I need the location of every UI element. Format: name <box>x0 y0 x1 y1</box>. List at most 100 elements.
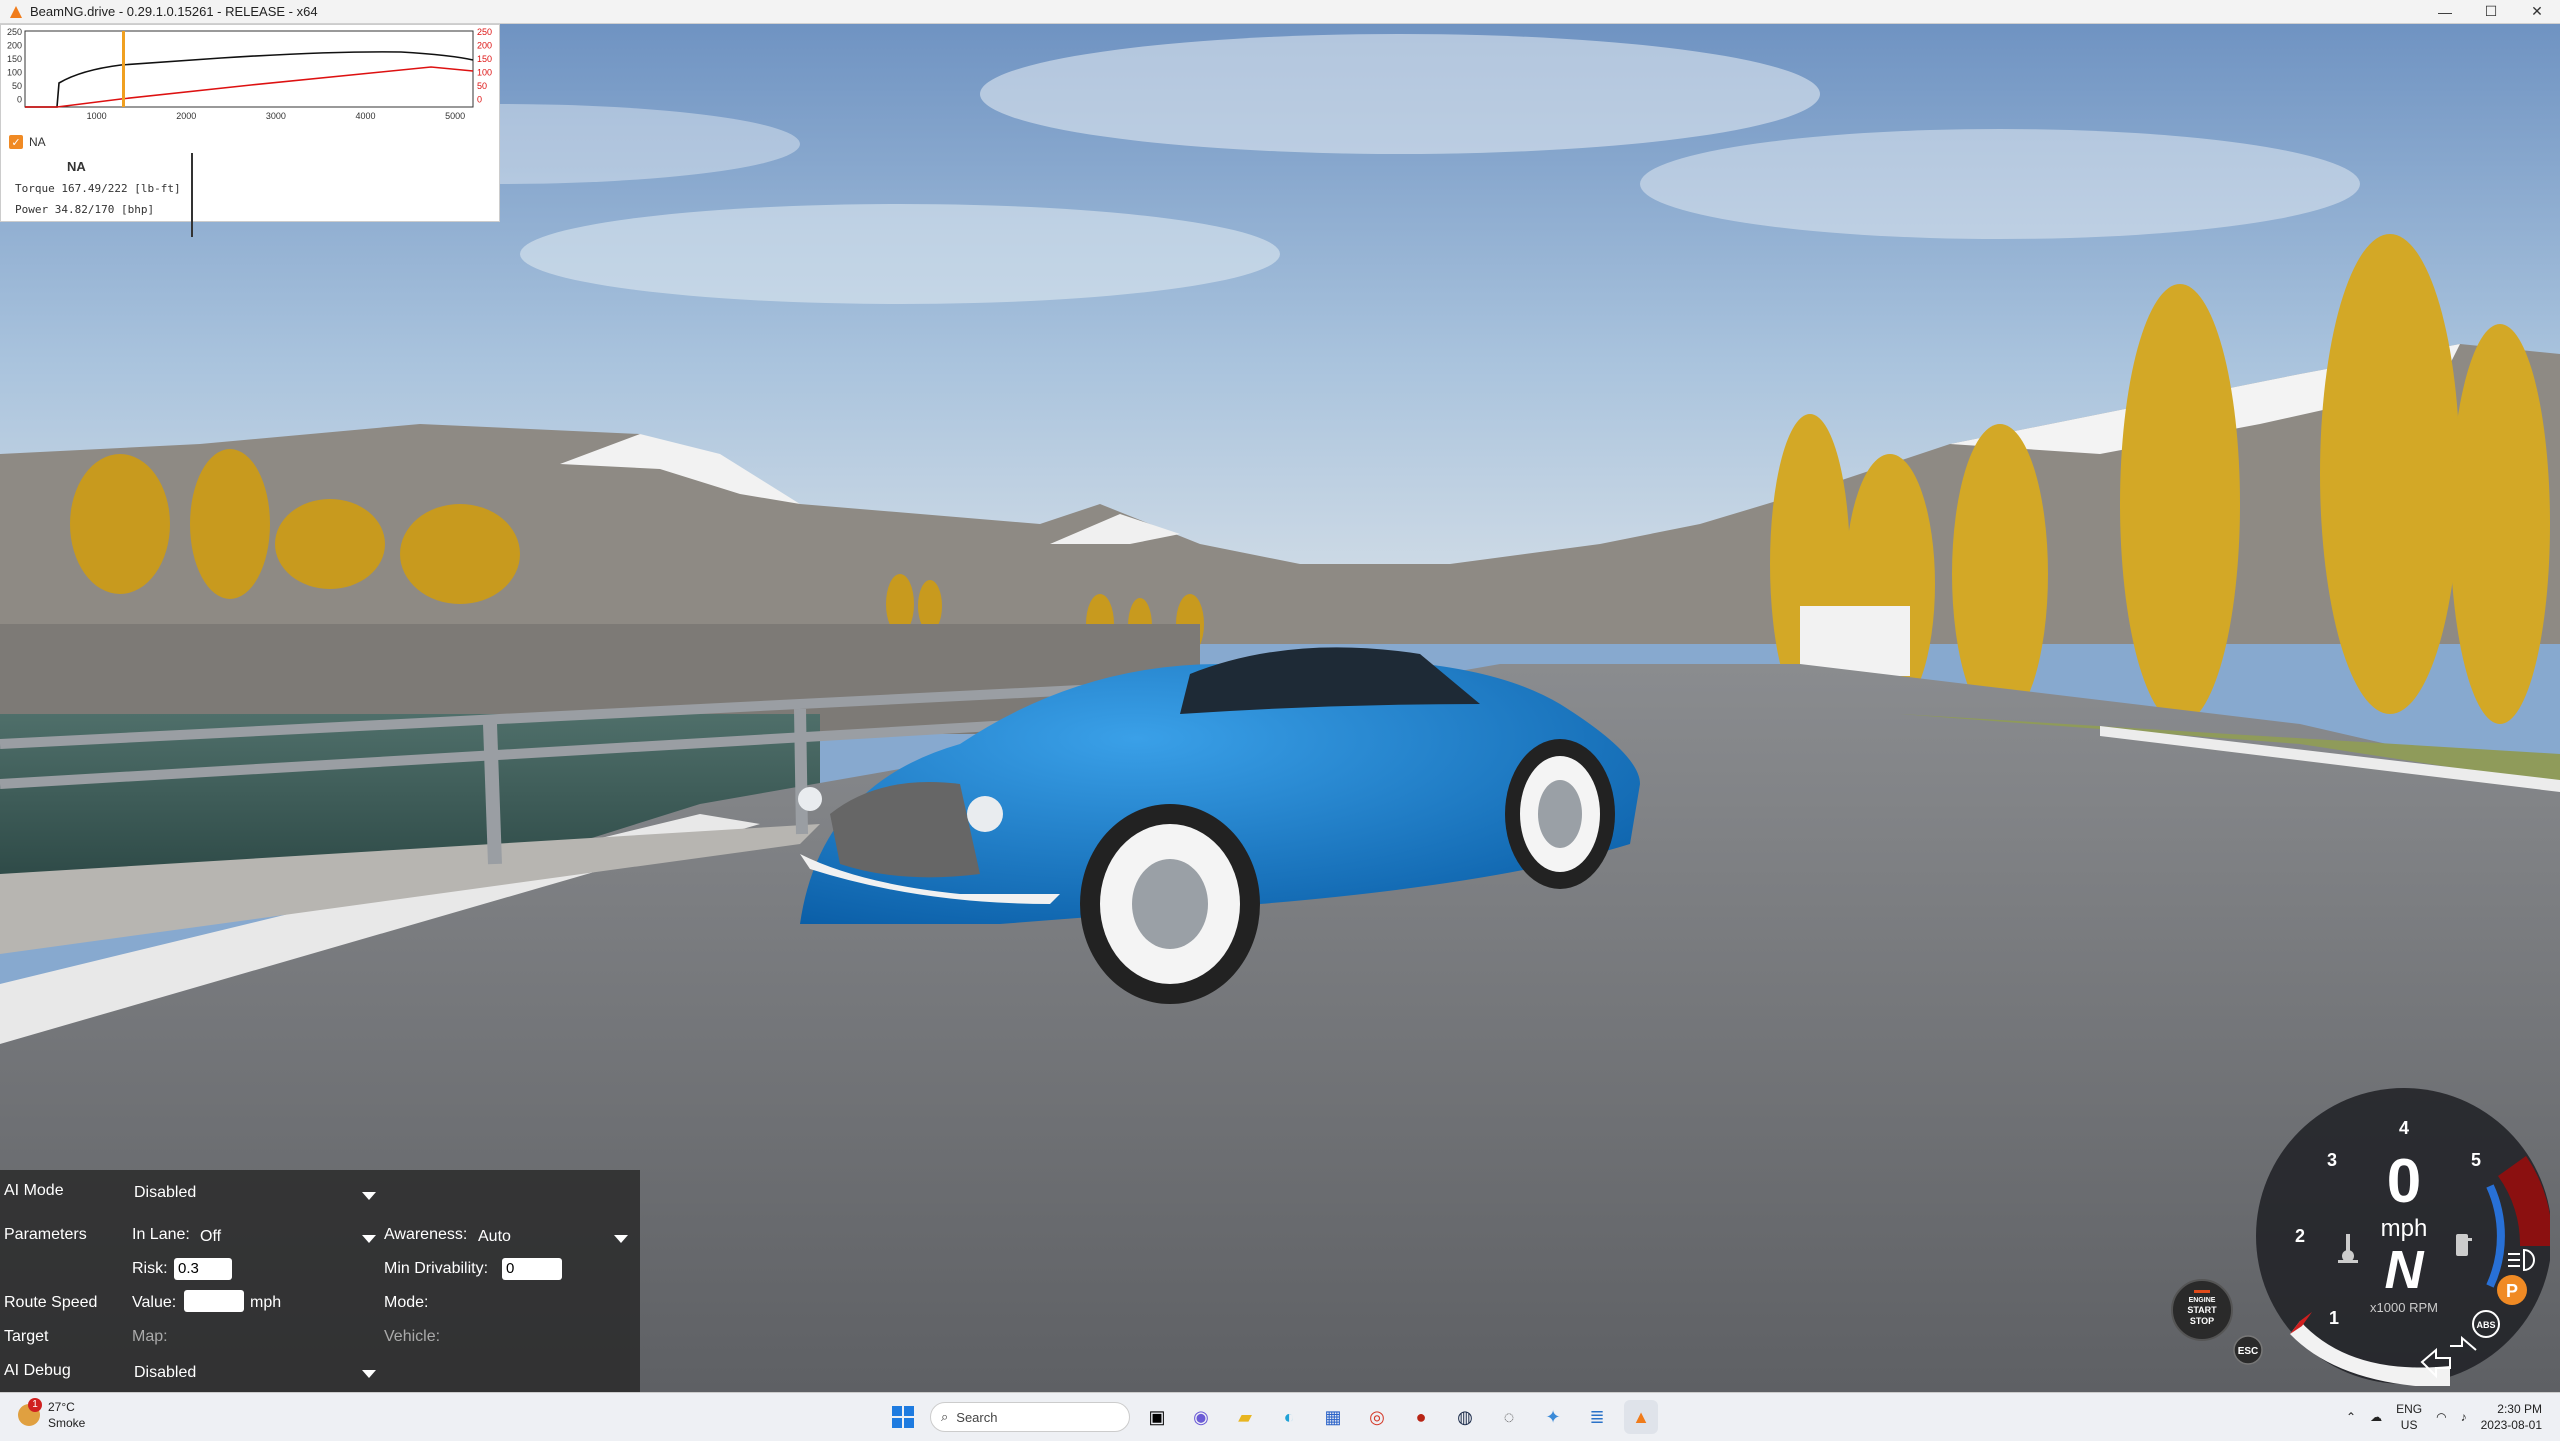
awareness-select[interactable]: Auto <box>478 1228 511 1246</box>
clock-date: 2023-08-01 <box>2480 1418 2542 1432</box>
app-icon-red[interactable]: ● <box>1404 1400 1438 1434</box>
value-label: Value: <box>132 1294 177 1311</box>
torque-curve <box>25 51 474 108</box>
onedrive-icon[interactable]: ☁ <box>2370 1410 2382 1424</box>
torque-power-graph-panel: 250 200 150 100 50 0 250 200 150 100 50 0 1000 2000 30… <box>0 24 500 237</box>
ai-mode-select[interactable]: Disabled <box>134 1184 196 1202</box>
awareness-dropdown-icon[interactable] <box>614 1235 628 1243</box>
vehicle-label: Vehicle: <box>384 1328 441 1345</box>
graph-legend: ✓ NA <box>9 135 46 149</box>
minimize-button[interactable]: — <box>2422 0 2468 23</box>
file-explorer-icon[interactable]: ▰ <box>1228 1400 1262 1434</box>
volume-icon[interactable]: ♪ <box>2461 1410 2467 1424</box>
windows-icon <box>892 1406 914 1428</box>
engine-start-stop-button[interactable]: ENGINESTARTSTOP <box>2171 1279 2233 1341</box>
torque-axis-tick: 250 <box>7 27 22 37</box>
rpm-unit-label: x1000 RPM <box>2370 1300 2438 1315</box>
graph-readout: NA Torque 167.49/222 [lb-ft] Power 34.82… <box>15 153 193 237</box>
edge-icon[interactable]: ◐ <box>1272 1400 1306 1434</box>
chat-icon[interactable]: ◉ <box>1184 1400 1218 1434</box>
rpm-axis-tick: 3000 <box>266 111 286 121</box>
torque-axis-tick: 150 <box>7 54 22 64</box>
dashboard-gauge: 1 2 3 4 5 0 mph N x1000 RPM P ABS ENGINESTAR… <box>2171 1088 2550 1386</box>
weather-condition: Smoke <box>48 1416 86 1430</box>
route-speed-input[interactable] <box>184 1290 244 1312</box>
torque-axis-tick: 100 <box>7 68 22 78</box>
close-button[interactable]: ✕ <box>2514 0 2560 23</box>
ai-mode-label: AI Mode <box>4 1182 64 1199</box>
ai-mode-dropdown-icon[interactable] <box>362 1192 376 1200</box>
region-code: US <box>2400 1418 2418 1432</box>
svg-text:ABS: ABS <box>2476 1320 2495 1330</box>
in-lane-dropdown-icon[interactable] <box>362 1235 376 1243</box>
app-icon-blue[interactable]: ✦ <box>1536 1400 1570 1434</box>
system-clock[interactable]: 2:30 PM 2023-08-01 <box>2481 1401 2542 1433</box>
power-readout: Power 34.82/170 [bhp] <box>15 203 155 216</box>
rpm-axis-tick: 1000 <box>87 111 107 121</box>
torque-axis-tick: 0 <box>17 95 22 105</box>
billboard <box>1800 606 1910 676</box>
risk-label: Risk: <box>132 1260 168 1277</box>
rpm-axis-tick: 2000 <box>176 111 196 121</box>
power-axis-tick: 200 <box>477 41 492 51</box>
rpm-axis-tick: 5000 <box>445 111 465 121</box>
min-drivability-label: Min Drivability: <box>384 1260 489 1277</box>
speed-value: 0 <box>2387 1147 2421 1216</box>
readout-title: NA <box>67 159 86 174</box>
search-placeholder: Search <box>956 1409 998 1425</box>
na-checkbox[interactable]: ✓ <box>9 135 23 149</box>
weather-temp: 27°C <box>48 1400 75 1414</box>
weather-icon: 1 <box>18 1398 42 1426</box>
in-lane-select[interactable]: Off <box>200 1228 221 1246</box>
rpm-tick-label: 4 <box>2399 1118 2409 1138</box>
min-drivability-input[interactable]: 0 <box>502 1258 562 1280</box>
steam-icon[interactable]: ◍ <box>1448 1400 1482 1434</box>
svg-text:ESC: ESC <box>2238 1346 2259 1357</box>
engine-button-text: START <box>2187 1305 2217 1315</box>
svg-text:P: P <box>2506 1281 2518 1301</box>
legend-label: NA <box>29 135 46 149</box>
ai-control-panel: AI Mode Disabled Parameters In Lane: Off… <box>0 1170 640 1392</box>
awareness-label: Awareness: <box>384 1226 468 1243</box>
chrome-icon[interactable]: ◎ <box>1360 1400 1394 1434</box>
store-icon[interactable]: ▦ <box>1316 1400 1350 1434</box>
rpm-marker <box>122 31 125 107</box>
notepad-icon[interactable]: ≣ <box>1580 1400 1614 1434</box>
target-label: Target <box>4 1328 49 1345</box>
in-lane-label: In Lane: <box>132 1226 190 1243</box>
search-icon: ⌕ <box>941 1409 949 1424</box>
windows-taskbar: 1 27°C Smoke ⌕ Search ▣ ◉ ▰ ◐ ▦ ◎ ● ◍ ◌ … <box>0 1392 2560 1441</box>
torque-axis-tick: 200 <box>7 41 22 51</box>
window-title: BeamNG.drive - 0.29.1.0.15261 - RELEASE … <box>30 4 318 19</box>
task-view-icon[interactable]: ▣ <box>1140 1400 1174 1434</box>
start-button[interactable] <box>886 1400 920 1434</box>
language-indicator[interactable]: ENG US <box>2396 1401 2422 1433</box>
ai-debug-label: AI Debug <box>4 1362 71 1379</box>
ai-debug-dropdown-icon[interactable] <box>362 1370 376 1378</box>
maximize-button[interactable]: ☐ <box>2468 0 2514 23</box>
power-axis-tick: 100 <box>477 68 492 78</box>
gear-indicator: N <box>2385 1240 2425 1300</box>
language-code: ENG <box>2396 1402 2423 1416</box>
show-hidden-icons-icon[interactable]: ⌃ <box>2346 1410 2356 1424</box>
mode-label: Mode: <box>384 1294 429 1311</box>
torque-axis-tick: 50 <box>12 81 22 91</box>
wifi-icon[interactable]: ◠ <box>2436 1410 2446 1424</box>
power-curve <box>25 66 474 108</box>
parking-brake-icon: P <box>2497 1275 2527 1305</box>
engine-button-text: STOP <box>2190 1316 2214 1326</box>
power-axis-tick: 50 <box>477 81 487 91</box>
weather-badge: 1 <box>28 1398 42 1412</box>
risk-input[interactable]: 0.3 <box>174 1258 232 1280</box>
rpm-tick-label: 3 <box>2327 1150 2337 1170</box>
speed-unit: mph <box>2381 1215 2428 1242</box>
power-axis-tick: 250 <box>477 27 492 37</box>
route-speed-label: Route Speed <box>4 1294 98 1311</box>
ai-debug-select[interactable]: Disabled <box>134 1364 196 1382</box>
weather-widget[interactable]: 1 27°C Smoke <box>18 1398 86 1431</box>
taskbar-search[interactable]: ⌕ Search <box>930 1402 1130 1432</box>
app-icon-grey[interactable]: ◌ <box>1492 1400 1526 1434</box>
torque-readout: Torque 167.49/222 [lb-ft] <box>15 182 181 195</box>
beamng-taskbar-icon[interactable]: ▲ <box>1624 1400 1658 1434</box>
beamng-logo-icon <box>10 5 22 18</box>
